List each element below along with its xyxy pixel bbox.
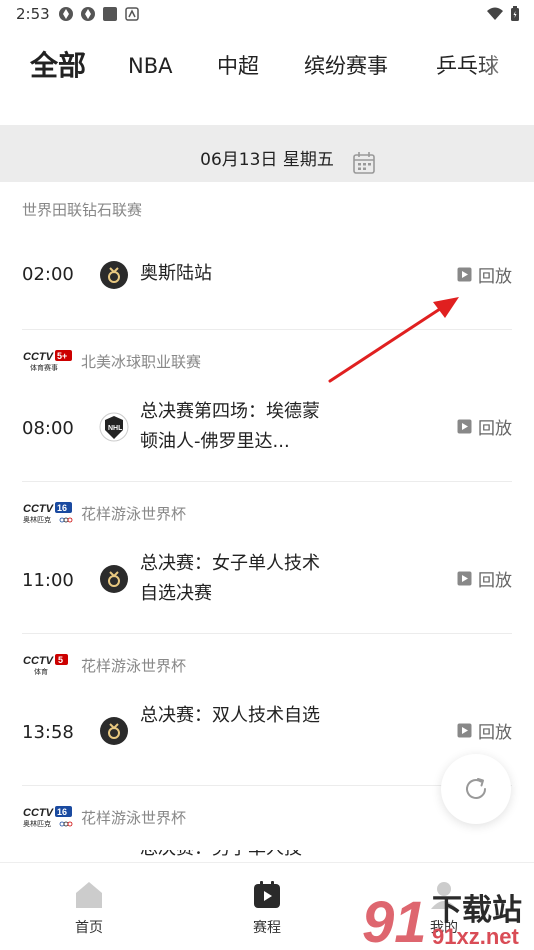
medal-icon — [100, 565, 128, 593]
match-time: 13:58 — [22, 722, 74, 743]
status-bar: 2:53 — [0, 0, 534, 28]
divider — [22, 785, 512, 786]
divider — [22, 329, 512, 330]
replay-button[interactable]: 回放 — [457, 414, 512, 439]
refresh-button[interactable] — [441, 754, 511, 824]
replay-label: 回放 — [478, 571, 512, 591]
cctv5-logo: CCTV 5 体育 — [23, 654, 68, 676]
nav-home[interactable]: 首页 — [49, 863, 129, 937]
play-icon — [457, 419, 472, 434]
tab-various-events[interactable]: 缤纷赛事 — [304, 48, 388, 84]
date-bar[interactable]: 06月13日 星期五 — [0, 125, 534, 182]
replay-label: 回放 — [478, 723, 512, 743]
refresh-icon — [466, 778, 486, 799]
battery-icon — [511, 6, 519, 21]
section-title: 世界田联钻石联赛 — [22, 201, 143, 219]
medal-icon — [100, 717, 128, 745]
svg-text:5+: 5+ — [57, 351, 67, 361]
play-icon — [457, 267, 472, 282]
replay-button[interactable]: 回放 — [457, 566, 512, 591]
svg-text:体育: 体育 — [34, 667, 48, 676]
match-title[interactable]: 奥斯陆站 — [140, 259, 340, 289]
watermark-url: 91xz.net — [432, 924, 519, 949]
nhl-icon: NHL — [99, 412, 129, 442]
svg-text:5: 5 — [58, 655, 63, 665]
cctv16-logo: CCTV 16 奥林匹克 — [23, 502, 73, 524]
watermark-text: 下载站 — [432, 893, 522, 928]
site-watermark: 91 下载站 91xz.net — [360, 880, 534, 950]
replay-button[interactable]: 回放 — [457, 718, 512, 743]
nav-schedule[interactable]: 赛程 — [227, 863, 307, 937]
calendar-icon[interactable] — [352, 151, 376, 175]
svg-text:16: 16 — [57, 503, 67, 513]
svg-text:体育赛事: 体育赛事 — [30, 363, 58, 372]
svg-text:91: 91 — [362, 890, 427, 950]
section-title: 花样游泳世界杯 — [81, 809, 187, 827]
match-time: 02:00 — [22, 264, 74, 285]
app-notification-icon — [59, 7, 73, 21]
match-time: 11:00 — [22, 570, 74, 591]
section-title: 北美冰球职业联赛 — [81, 353, 202, 371]
nav-home-label: 首页 — [75, 920, 103, 936]
match-title-text: 总决赛：男子单人技 — [140, 850, 302, 859]
wifi-icon — [487, 7, 503, 20]
app-notification-icon — [125, 7, 139, 21]
notification-icons — [58, 6, 140, 22]
match-title[interactable]: 总决赛：男子单人技 — [140, 850, 330, 862]
date-text: 06月13日 星期五 — [200, 150, 334, 170]
divider — [22, 481, 512, 482]
tab-all[interactable]: 全部 — [30, 48, 86, 84]
divider — [22, 633, 512, 634]
tab-csl[interactable]: 中超 — [217, 48, 259, 84]
section-title: 花样游泳世界杯 — [81, 505, 187, 523]
svg-text:CCTV: CCTV — [23, 503, 55, 515]
svg-text:16: 16 — [57, 807, 67, 817]
status-time: 2:53 — [16, 5, 50, 23]
match-title[interactable]: 总决赛：女子单人技术自选决赛 — [140, 549, 330, 609]
match-title[interactable]: 总决赛：双人技术自选 — [140, 701, 330, 731]
app-notification-icon — [81, 7, 95, 21]
tab-nba[interactable]: NBA — [128, 48, 172, 84]
home-icon — [76, 882, 102, 908]
svg-text:奥林匹克: 奥林匹克 — [23, 819, 51, 828]
schedule-icon — [254, 881, 280, 908]
medal-icon — [100, 261, 128, 289]
svg-text:CCTV: CCTV — [23, 655, 55, 667]
svg-text:奥林匹克: 奥林匹克 — [23, 515, 51, 524]
svg-text:CCTV: CCTV — [23, 807, 55, 819]
system-icons — [486, 6, 520, 22]
play-icon — [457, 571, 472, 586]
replay-button[interactable]: 回放 — [457, 262, 512, 287]
svg-text:CCTV: CCTV — [23, 351, 55, 363]
cctv5plus-logo: CCTV 5+ 体育赛事 — [23, 350, 72, 372]
svg-text:NHL: NHL — [108, 425, 123, 432]
nav-schedule-label: 赛程 — [253, 920, 281, 936]
match-title[interactable]: 总决赛第四场：埃德蒙顿油人-佛罗里达... — [140, 397, 330, 457]
tabs-fade — [474, 48, 534, 88]
replay-label: 回放 — [478, 267, 512, 287]
cctv16-logo: CCTV 16 奥林匹克 — [23, 806, 73, 828]
app-notification-icon — [103, 7, 117, 21]
match-time: 08:00 — [22, 418, 74, 439]
category-tabs: 全部 NBA 中超 缤纷赛事 乒乓球 — [0, 48, 534, 88]
replay-label: 回放 — [478, 419, 512, 439]
watermark-logo: 91 下载站 91xz.net — [362, 890, 522, 950]
play-icon — [457, 723, 472, 738]
section-title: 花样游泳世界杯 — [81, 657, 187, 675]
